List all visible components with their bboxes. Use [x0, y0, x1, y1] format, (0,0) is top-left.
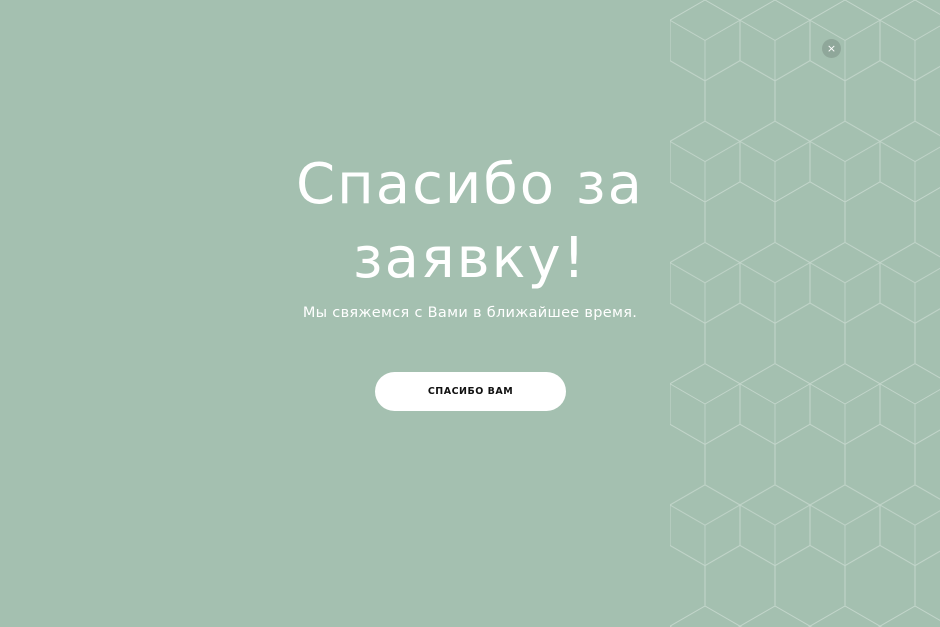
thank-you-modal: × Спасибо за заявку! Мы свяжемся с Вами … — [0, 0, 940, 627]
close-button[interactable]: × — [822, 39, 841, 58]
modal-title: Спасибо за заявку! — [0, 148, 940, 296]
close-icon: × — [826, 42, 837, 55]
thanks-button[interactable]: СПАСИБО ВАМ — [375, 372, 566, 411]
modal-subtitle: Мы свяжемся с Вами в ближайшее время. — [302, 305, 638, 321]
modal-title-line2: заявку! — [352, 226, 588, 291]
thanks-button-label: СПАСИБО ВАМ — [427, 386, 514, 397]
modal-title-line1: Спасибо за — [296, 152, 644, 217]
